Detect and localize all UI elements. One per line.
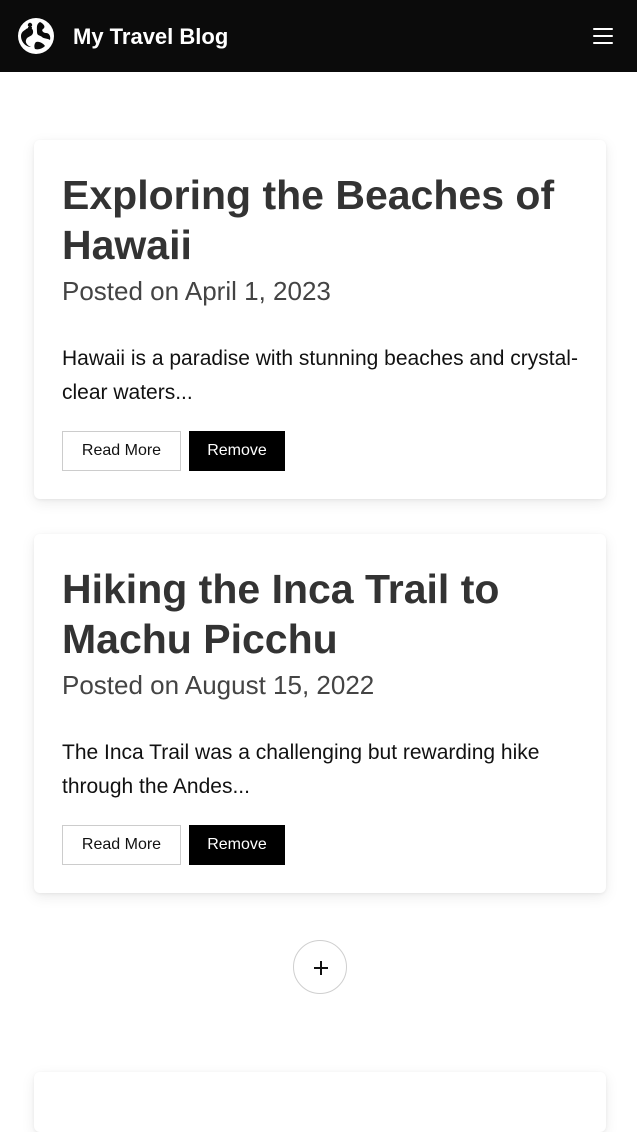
menu-bar (593, 42, 613, 44)
globe-traveler-icon[interactable] (16, 16, 56, 56)
post-card: Exploring the Beaches of Hawaii Posted o… (34, 140, 606, 499)
remove-button[interactable]: Remove (189, 825, 285, 865)
post-excerpt: Hawaii is a paradise with stunning beach… (62, 347, 578, 404)
top-navbar: My Travel Blog (0, 0, 637, 72)
post-date: Posted on August 15, 2022 (62, 670, 375, 700)
menu-bar (593, 35, 613, 37)
read-more-button[interactable]: Read More (62, 431, 181, 471)
plus-icon (320, 961, 322, 975)
remove-button[interactable]: Remove (189, 431, 285, 471)
post-excerpt: The Inca Trail was a challenging but rew… (62, 741, 540, 798)
post-title: Exploring the Beaches of Hawaii (62, 172, 555, 268)
post-title: Hiking the Inca Trail to Machu Picchu (62, 566, 500, 662)
hamburger-menu-icon[interactable] (586, 22, 620, 50)
site-title[interactable]: My Travel Blog (73, 22, 228, 52)
post-date: Posted on April 1, 2023 (62, 276, 331, 306)
post-card-partial (34, 1072, 606, 1132)
read-more-button[interactable]: Read More (62, 825, 181, 865)
menu-bar (593, 28, 613, 30)
add-post-button[interactable] (293, 940, 347, 994)
post-card: Hiking the Inca Trail to Machu Picchu Po… (34, 534, 606, 893)
